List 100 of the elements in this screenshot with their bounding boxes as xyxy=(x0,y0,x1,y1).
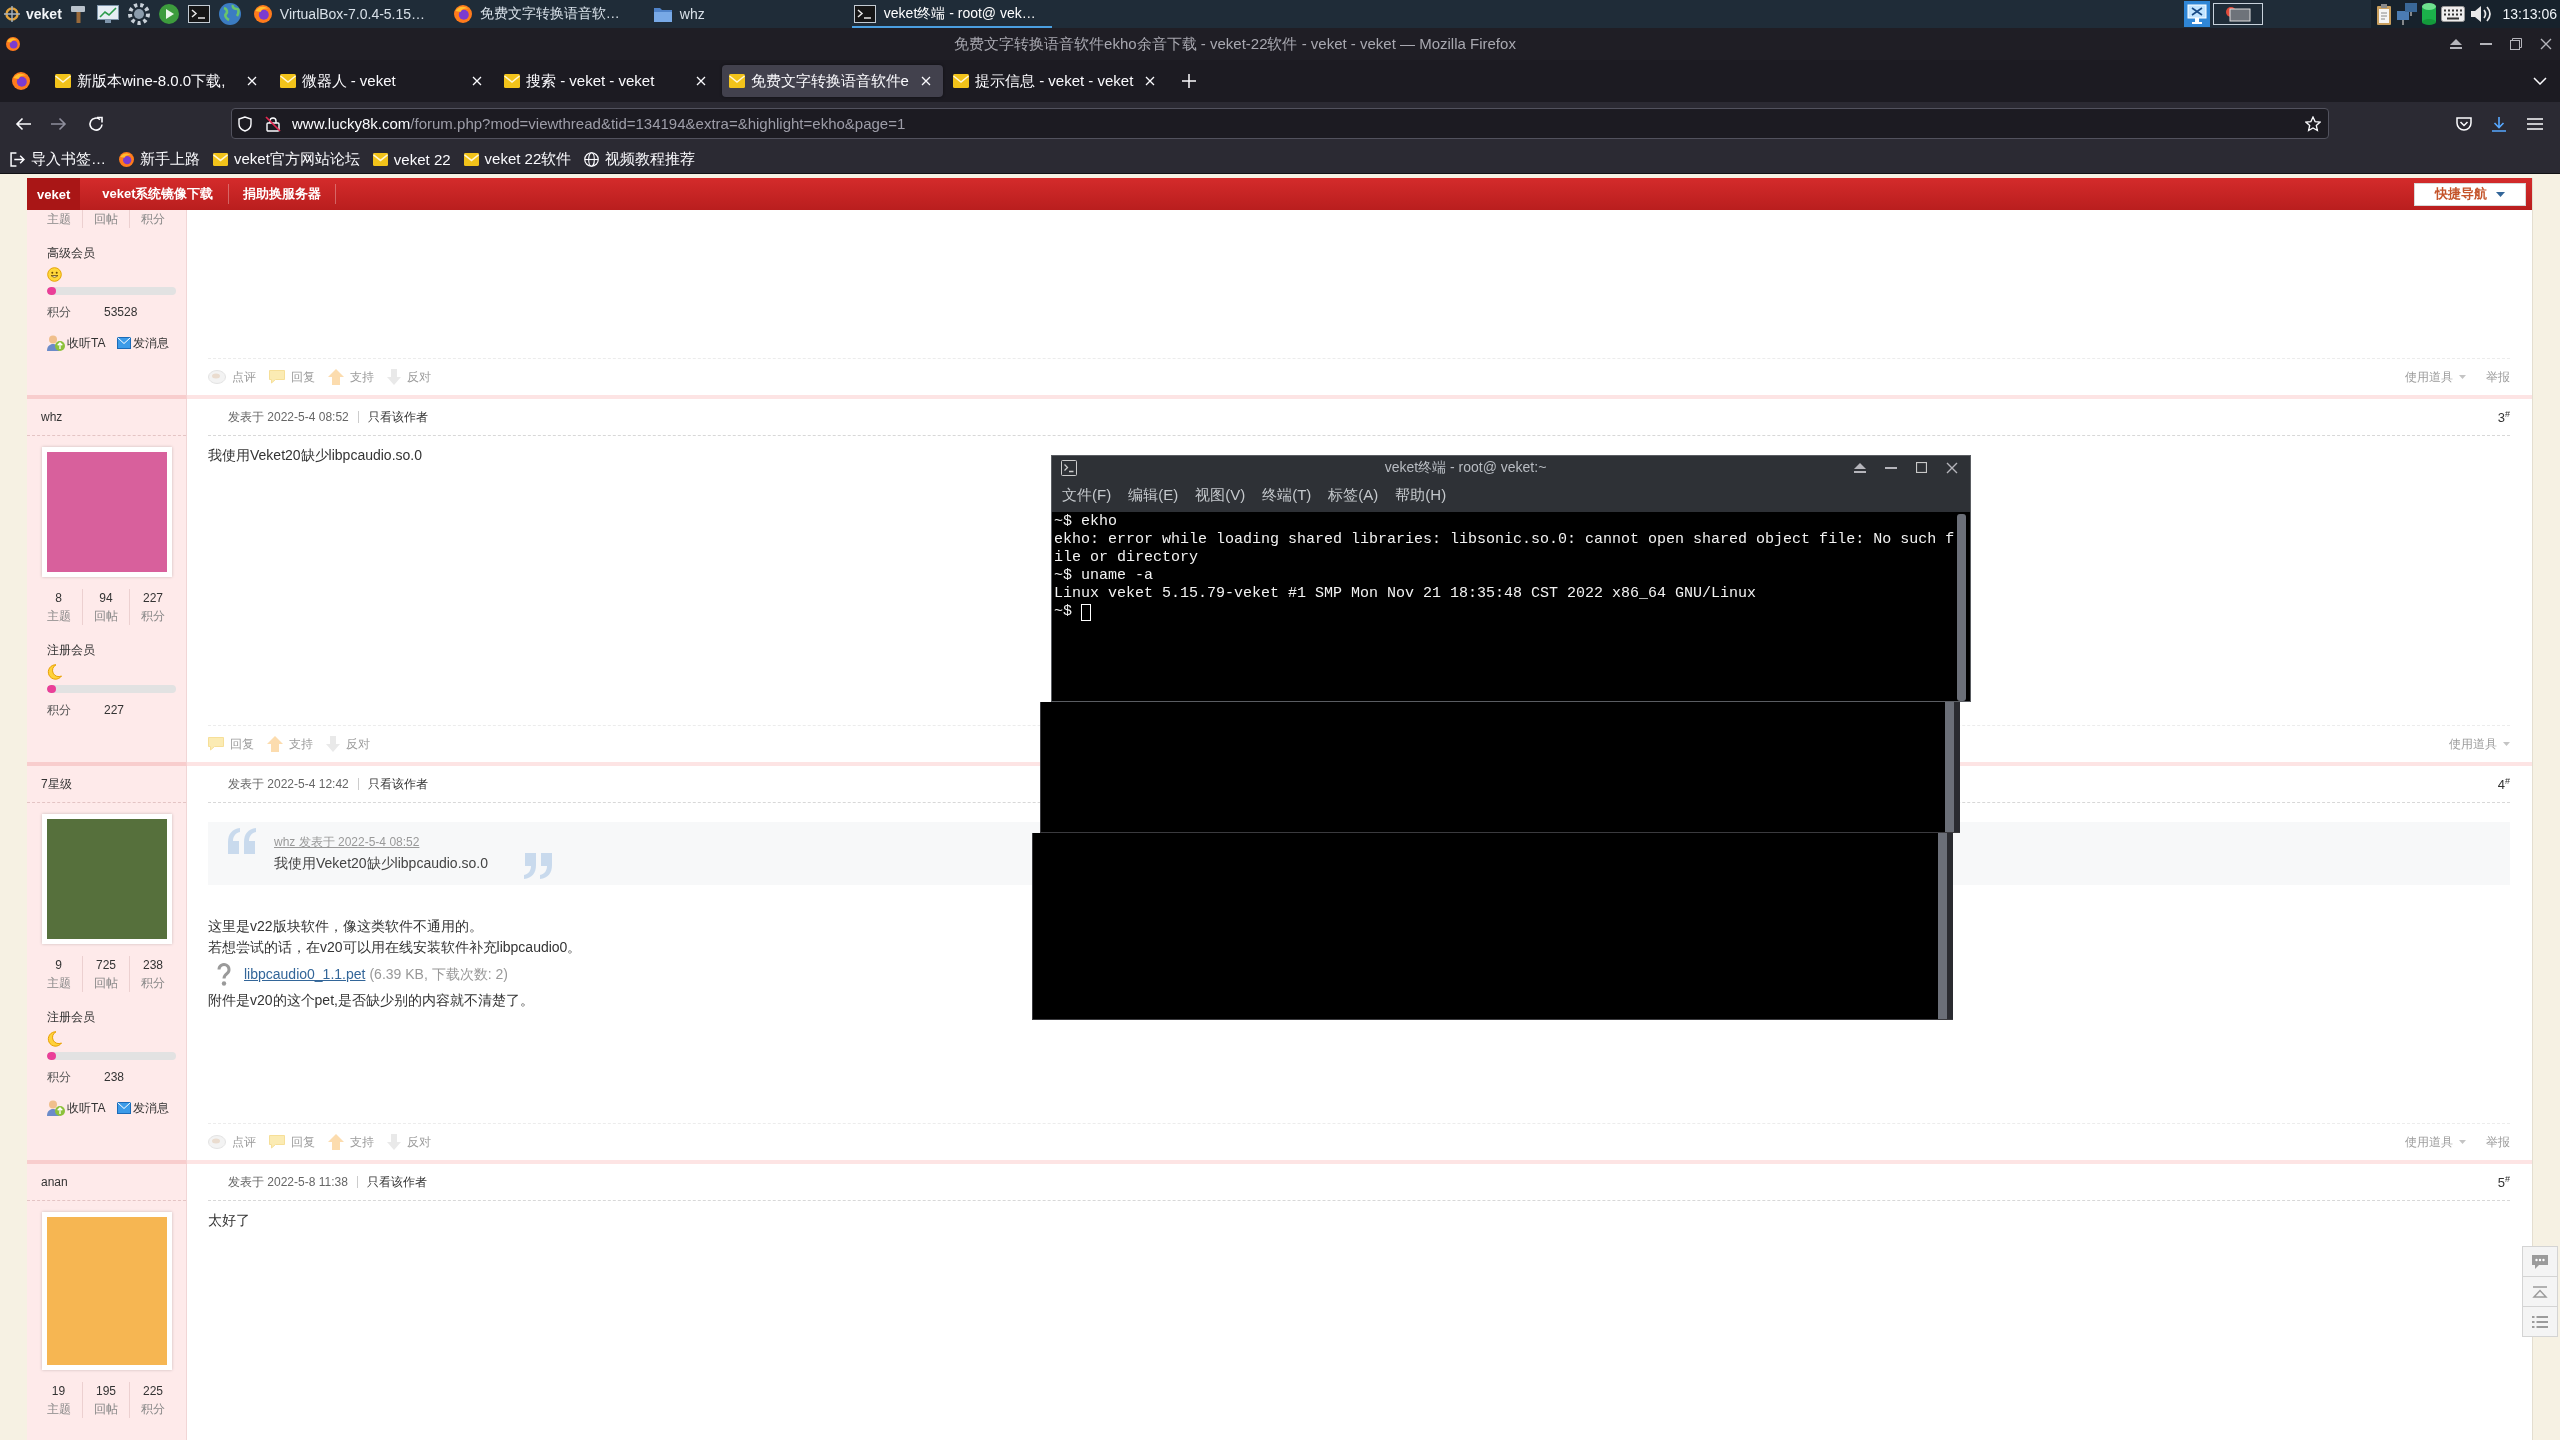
shield-icon[interactable] xyxy=(238,115,252,132)
nav-link[interactable]: veket系统镜像下载 xyxy=(88,178,228,210)
terminal-icon[interactable] xyxy=(187,5,210,23)
bookmark-link[interactable]: 新手上路 xyxy=(119,149,200,169)
bookmark-link[interactable]: veket 22软件 xyxy=(463,149,572,169)
post-date: 发表于 2022-5-8 11:38 xyxy=(228,1173,348,1191)
stat-value[interactable]: 227 xyxy=(143,589,163,607)
scrollbar[interactable] xyxy=(1957,514,1966,701)
browser-tab[interactable]: 搜索 - veket - veket xyxy=(497,65,718,97)
menu-item[interactable]: 视图(V) xyxy=(1195,486,1246,505)
author-link[interactable]: anan xyxy=(41,1175,68,1189)
mail-icon xyxy=(117,337,132,349)
follow-link[interactable]: 收听TA xyxy=(47,333,106,353)
cylinder-icon[interactable] xyxy=(2421,3,2436,25)
keyboard-icon[interactable] xyxy=(2440,6,2465,22)
menu-item[interactable]: 文件(F) xyxy=(1062,486,1112,505)
speaker-icon[interactable] xyxy=(2469,4,2492,24)
crossed-lock-icon[interactable] xyxy=(265,115,281,132)
hammer-icon[interactable] xyxy=(69,5,88,23)
stat-value[interactable]: 225 xyxy=(143,1382,163,1400)
author-link[interactable]: whz xyxy=(41,410,63,424)
menu-item[interactable]: 标签(A) xyxy=(1328,486,1379,505)
browser-tab[interactable]: 新版本wine-8.0.0下载, xyxy=(48,65,269,97)
network-icon[interactable] xyxy=(2396,3,2417,25)
reload-icon[interactable] xyxy=(88,115,104,132)
author-only-link[interactable]: 只看该作者 xyxy=(366,1173,427,1191)
close-icon[interactable] xyxy=(1946,461,1958,474)
triangle-icon[interactable] xyxy=(1854,462,1866,473)
download-icon[interactable] xyxy=(2491,115,2507,132)
stat-value[interactable]: 725 xyxy=(96,956,116,974)
clipboard-icon[interactable] xyxy=(2375,3,2392,25)
stat-label: 主题 xyxy=(46,1401,71,1418)
taskbar-button[interactable]: VirtualBox-7.0.4-5.15… xyxy=(251,0,452,28)
gear-icon[interactable] xyxy=(127,3,150,25)
speech-bubble-icon xyxy=(269,370,285,384)
user-group: 注册会员 xyxy=(47,1007,186,1027)
restore-icon[interactable] xyxy=(2510,38,2522,50)
taskbar-button[interactable]: 免费文字转换语音软… xyxy=(451,0,652,28)
avatar-placeholder[interactable] xyxy=(42,447,172,577)
monitor-icon[interactable] xyxy=(2183,1,2210,27)
post-text: 若想尝试的话，在v20可以用在线安装软件补充libpcaudio0。 xyxy=(208,938,582,957)
message-link[interactable]: 发消息 xyxy=(117,1098,170,1118)
browser-icon xyxy=(453,5,472,23)
author-link[interactable]: 7星级 xyxy=(41,775,72,793)
globe-icon[interactable] xyxy=(218,3,241,25)
start-menu-button[interactable]: veket xyxy=(0,0,68,28)
browser-tab[interactable]: 提示信息 - veket - veket xyxy=(946,65,1167,97)
quick-nav-button[interactable]: 快捷导航 xyxy=(2414,182,2526,206)
menu-item[interactable]: 终端(T) xyxy=(1262,486,1312,505)
browser-tab[interactable]: 微器人 - veket xyxy=(272,65,494,97)
avatar-placeholder[interactable] xyxy=(42,814,172,944)
back-icon[interactable] xyxy=(15,116,31,131)
author-only-link[interactable]: 只看该作者 xyxy=(367,408,428,426)
bookmark-link[interactable]: 视频教程推荐 xyxy=(584,149,696,169)
quote-text: 我使用Veket20缺少libpcaudio.so.0 xyxy=(274,854,488,873)
question-mark-icon xyxy=(217,962,231,986)
attachment-link[interactable]: libpcaudio0_1.1.pet xyxy=(244,963,366,985)
forward-icon[interactable] xyxy=(51,116,67,131)
author-only-link[interactable]: 只看该作者 xyxy=(367,775,428,793)
floor-number[interactable]: 5$^{#}$ xyxy=(2497,1173,2510,1191)
taskbar-button[interactable]: whz xyxy=(651,0,852,28)
terminal-prompt: ~$ xyxy=(1054,603,1072,621)
star-icon[interactable] xyxy=(2305,115,2321,132)
follow-link[interactable]: 收听TA xyxy=(47,1098,106,1118)
taskbar-button[interactable]: veket终端 - root@ vek… xyxy=(851,0,1052,28)
play-icon[interactable] xyxy=(158,4,179,24)
stat-value[interactable]: 238 xyxy=(143,956,163,974)
stat-value[interactable]: 19 xyxy=(51,1382,66,1400)
terminal-icon xyxy=(1061,459,1077,476)
chart-icon[interactable] xyxy=(96,5,119,23)
moon-icon xyxy=(47,1031,62,1047)
maximize-icon[interactable] xyxy=(1916,462,1927,473)
chevron-down-icon[interactable] xyxy=(2533,77,2547,85)
stat-value[interactable]: 195 xyxy=(96,1382,116,1400)
browser-tab[interactable]: 免费文字转换语音软件e xyxy=(721,65,943,97)
nav-link[interactable]: veket xyxy=(27,178,81,210)
browser-icon[interactable] xyxy=(12,72,30,90)
desktop-button[interactable] xyxy=(2212,3,2263,25)
minimize-icon[interactable] xyxy=(1885,466,1897,469)
nav-link[interactable]: 捐助换服务器 xyxy=(228,178,335,210)
bookmark-link[interactable]: veket 22 xyxy=(372,150,451,168)
bookmark-link[interactable]: 导入书签… xyxy=(10,149,106,169)
triangle-icon[interactable] xyxy=(2450,39,2462,49)
close-quote-icon xyxy=(524,853,552,879)
stat-value[interactable]: 9 xyxy=(55,956,62,974)
stat-value[interactable]: 94 xyxy=(99,589,113,607)
close-icon[interactable] xyxy=(2540,38,2552,50)
menu-item[interactable]: 编辑(E) xyxy=(1128,486,1179,505)
window-title: veket终端 - root@ veket:~ xyxy=(1383,458,1548,477)
plus-icon[interactable] xyxy=(1181,74,1196,88)
floor-number[interactable]: 3$^{#}$ xyxy=(2497,408,2510,426)
bookmark-link[interactable]: veket官方网站论坛 xyxy=(213,149,360,169)
floor-number[interactable]: 4$^{#}$ xyxy=(2497,775,2510,793)
stat-value[interactable]: 8 xyxy=(55,589,62,607)
stat-label: 积分 xyxy=(141,211,165,228)
chevron-shield-icon[interactable] xyxy=(2456,116,2472,131)
menu-icon[interactable] xyxy=(2527,117,2543,130)
address-field[interactable]: www.lucky8k.com/forum.php?mod=viewthread&tid=134194&extra=&highlight=ekho&page=1 xyxy=(231,108,2329,139)
menu-item[interactable]: 帮助(H) xyxy=(1395,486,1447,505)
message-link[interactable]: 发消息 xyxy=(117,333,170,353)
